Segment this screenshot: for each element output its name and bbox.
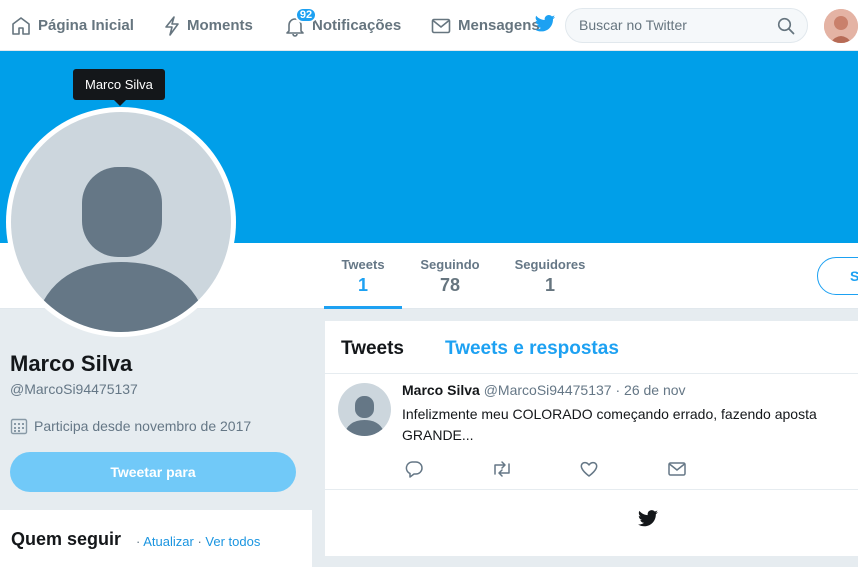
nav-moments[interactable]: Moments xyxy=(164,0,253,51)
tweet-text: Infelizmente meu COLORADO começando erra… xyxy=(402,406,817,443)
search-box[interactable] xyxy=(565,8,808,43)
tweet-avatar[interactable] xyxy=(338,383,391,436)
stat-followers[interactable]: Seguidores 1 xyxy=(506,243,594,309)
separator: · xyxy=(136,534,141,549)
stat-followers-value: 1 xyxy=(544,275,555,295)
twitter-bird-icon xyxy=(638,510,658,527)
tweet-header: Marco Silva @MarcoSi94475137 · 26 de nov xyxy=(402,382,686,398)
nav-notifications[interactable]: 92 Notificações xyxy=(285,0,401,51)
tab-tweets[interactable]: Tweets xyxy=(341,338,404,360)
stat-following[interactable]: Seguindo 78 xyxy=(410,243,490,309)
nav-messages[interactable]: Mensagens xyxy=(431,0,540,51)
nav-moments-label: Moments xyxy=(187,17,253,34)
retweet-icon[interactable] xyxy=(491,459,513,484)
reply-icon[interactable] xyxy=(404,459,424,484)
tweet-date[interactable]: 26 de nov xyxy=(624,382,686,398)
stat-followers-label: Seguidores xyxy=(514,257,586,272)
default-avatar-icon xyxy=(11,112,231,332)
search-icon[interactable] xyxy=(777,17,795,40)
timeline: Tweets Tweets e respostas Marco Silva @M… xyxy=(325,321,858,556)
tweet-dot: · xyxy=(615,382,621,398)
view-all-link[interactable]: Ver todos xyxy=(205,534,260,549)
stat-tweets[interactable]: Tweets 1 xyxy=(324,243,402,309)
tweet-actions xyxy=(404,459,704,479)
search-input[interactable] xyxy=(579,17,769,33)
stat-following-label: Seguindo xyxy=(420,257,480,272)
calendar-icon xyxy=(10,418,28,435)
timeline-footer xyxy=(325,491,858,556)
who-to-follow-title: Quem seguir xyxy=(11,529,122,549)
nav-messages-label: Mensagens xyxy=(458,17,540,34)
lightning-icon xyxy=(165,15,179,36)
heart-icon[interactable] xyxy=(579,459,599,484)
tweet-author-handle[interactable]: @MarcoSi94475137 xyxy=(484,382,612,398)
dm-icon[interactable] xyxy=(667,459,687,484)
nav-home-label: Página Inicial xyxy=(38,17,134,34)
stat-following-value: 78 xyxy=(439,275,461,295)
profile-joined: Participa desde novembro de 2017 xyxy=(10,417,251,435)
profile-joined-text: Participa desde novembro de 2017 xyxy=(34,418,252,434)
top-nav: Página Inicial Moments 92 Notificações M… xyxy=(0,0,858,51)
notifications-badge: 92 xyxy=(295,7,317,23)
nav-notifications-label: Notificações xyxy=(312,17,402,34)
tab-tweets-and-replies[interactable]: Tweets e respostas xyxy=(445,338,619,360)
avatar-tooltip: Marco Silva xyxy=(73,69,165,106)
nav-home[interactable]: Página Inicial xyxy=(11,0,134,51)
tweet-author-name[interactable]: Marco Silva xyxy=(402,382,480,398)
refresh-link[interactable]: Atualizar xyxy=(143,534,194,549)
timeline-tabs: Tweets Tweets e respostas xyxy=(325,321,858,374)
home-icon xyxy=(12,16,30,35)
envelope-icon xyxy=(431,18,451,33)
stat-tweets-value: 1 xyxy=(357,275,368,295)
separator: · xyxy=(197,534,202,549)
tweet-to-button[interactable]: Tweetar para xyxy=(10,452,296,492)
profile-handle: @MarcoSi94475137 xyxy=(10,381,138,397)
stat-tweets-label: Tweets xyxy=(341,257,385,272)
profile-avatar[interactable] xyxy=(6,107,236,337)
who-to-follow-card: Quem seguir · Atualizar · Ver todos xyxy=(0,510,312,567)
twitter-bird-icon[interactable] xyxy=(534,14,556,34)
tweet[interactable]: Marco Silva @MarcoSi94475137 · 26 de nov… xyxy=(325,374,858,490)
user-avatar[interactable] xyxy=(824,9,858,43)
who-to-follow-links: · Atualizar · Ver todos xyxy=(136,534,260,549)
follow-button[interactable]: S xyxy=(817,257,858,295)
profile-name[interactable]: Marco Silva xyxy=(10,351,132,377)
